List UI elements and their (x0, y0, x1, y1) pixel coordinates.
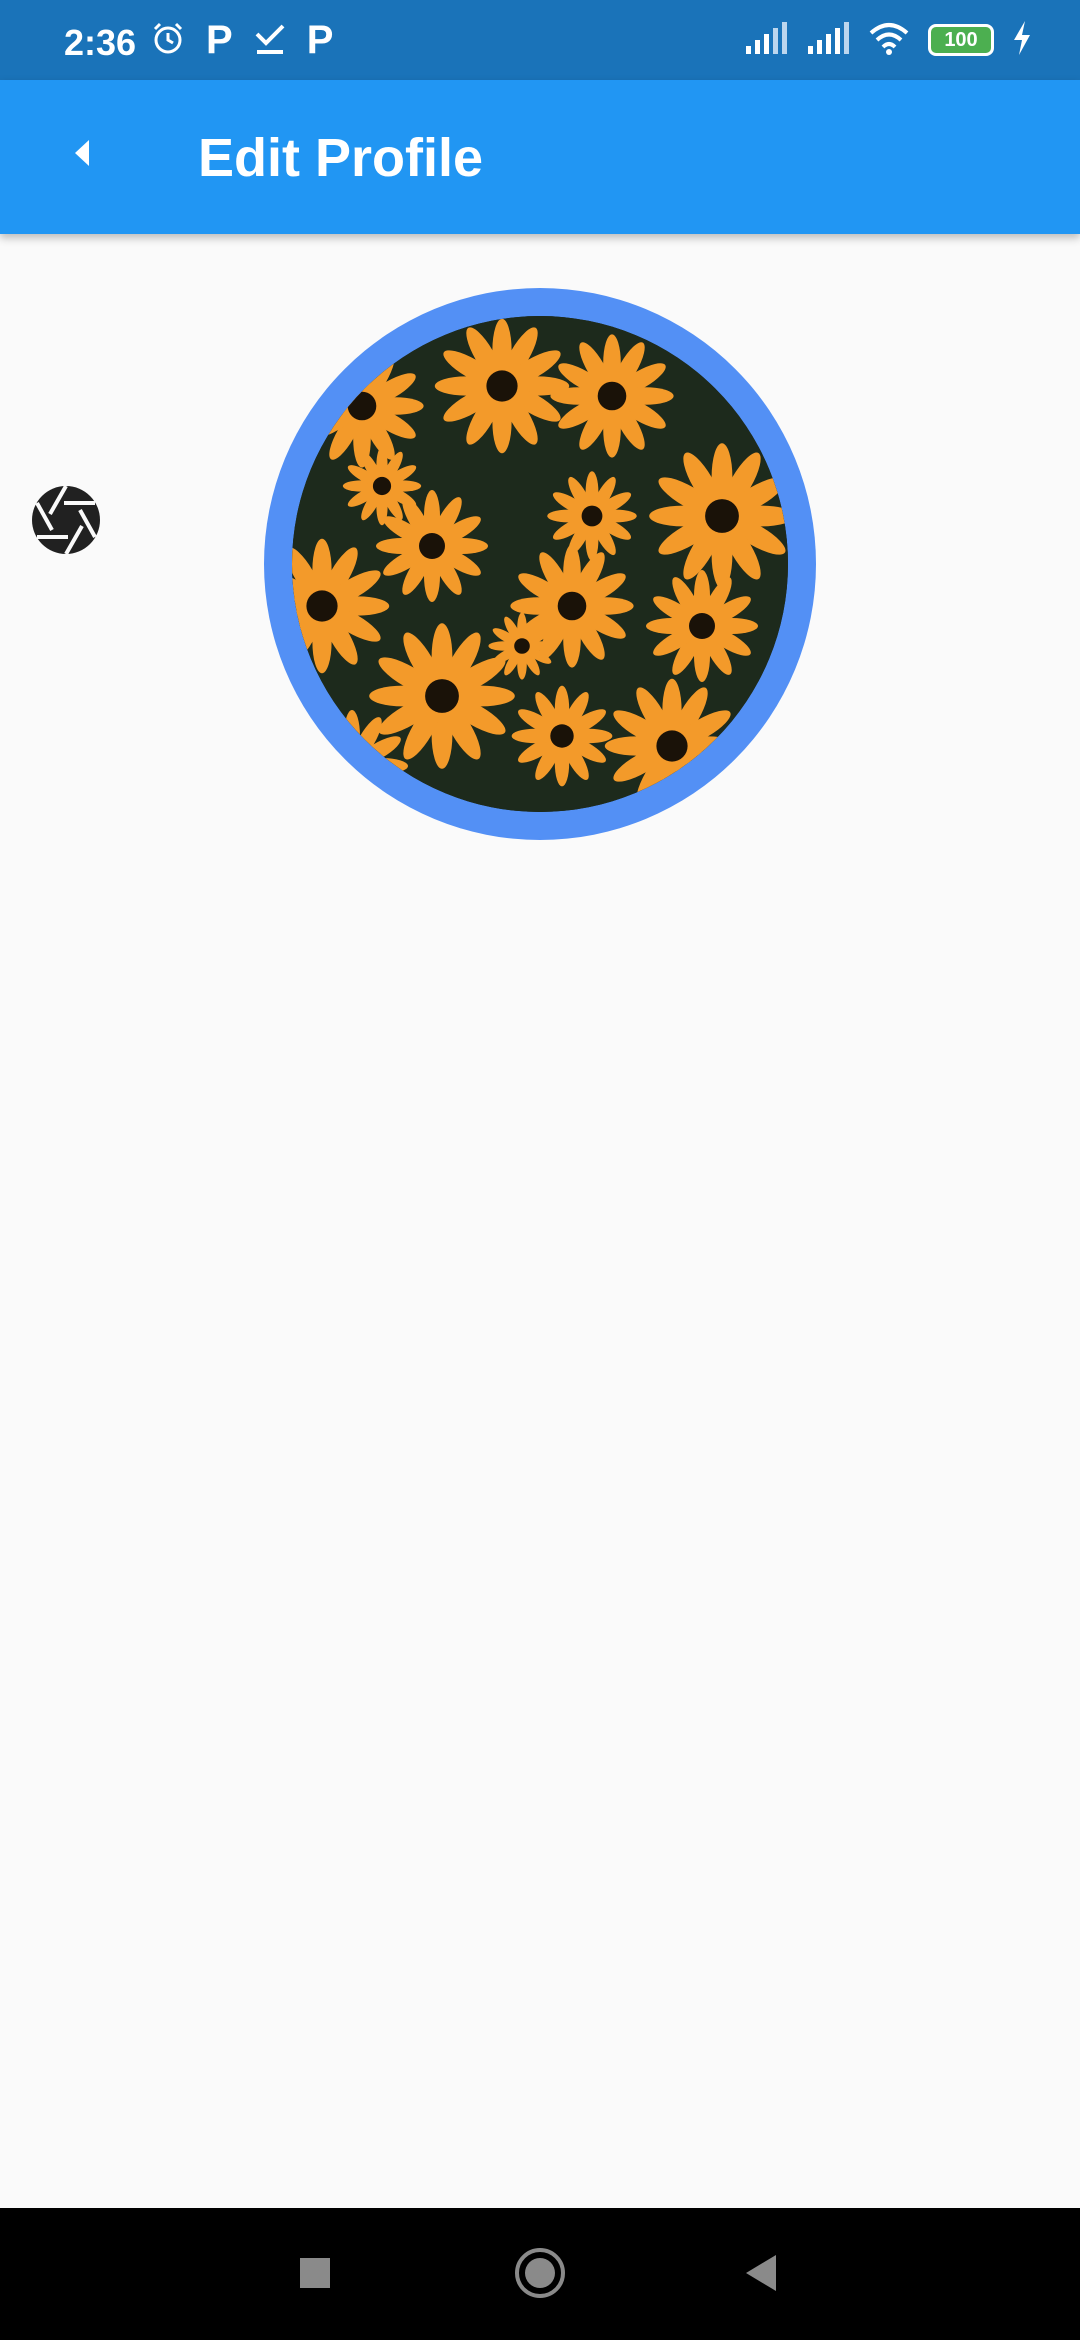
status-left-icons: P P (150, 18, 333, 62)
avatar[interactable] (264, 288, 816, 840)
parking-icon: P (306, 18, 334, 62)
status-bar: 2:36 P P 100 (0, 0, 1080, 80)
status-right-icons: 100 (744, 18, 1032, 62)
profile-photo (292, 316, 788, 812)
signal-icon (744, 21, 788, 59)
signal-icon (806, 21, 850, 59)
app-bar: Edit Profile (0, 80, 1080, 234)
back-icon (742, 2253, 780, 2298)
alarm-icon (150, 20, 186, 61)
camera-aperture-icon (30, 485, 102, 560)
battery-icon: 100 (928, 24, 994, 56)
back-arrow-icon (71, 138, 95, 173)
system-nav-bar (0, 2208, 1080, 2340)
page-title: Edit Profile (198, 128, 484, 188)
recent-apps-icon (299, 2257, 331, 2294)
change-photo-button[interactable] (30, 484, 102, 556)
recent-apps-button[interactable] (280, 2240, 350, 2310)
home-icon (513, 2246, 567, 2305)
back-nav-button[interactable] (726, 2240, 796, 2310)
parking-icon: P (206, 18, 233, 62)
wifi-icon (868, 21, 910, 60)
charging-icon (1012, 20, 1032, 60)
status-time: 2:36 (64, 22, 137, 63)
back-button[interactable] (48, 120, 118, 190)
task-check-icon (253, 20, 287, 61)
home-button[interactable] (505, 2240, 575, 2310)
